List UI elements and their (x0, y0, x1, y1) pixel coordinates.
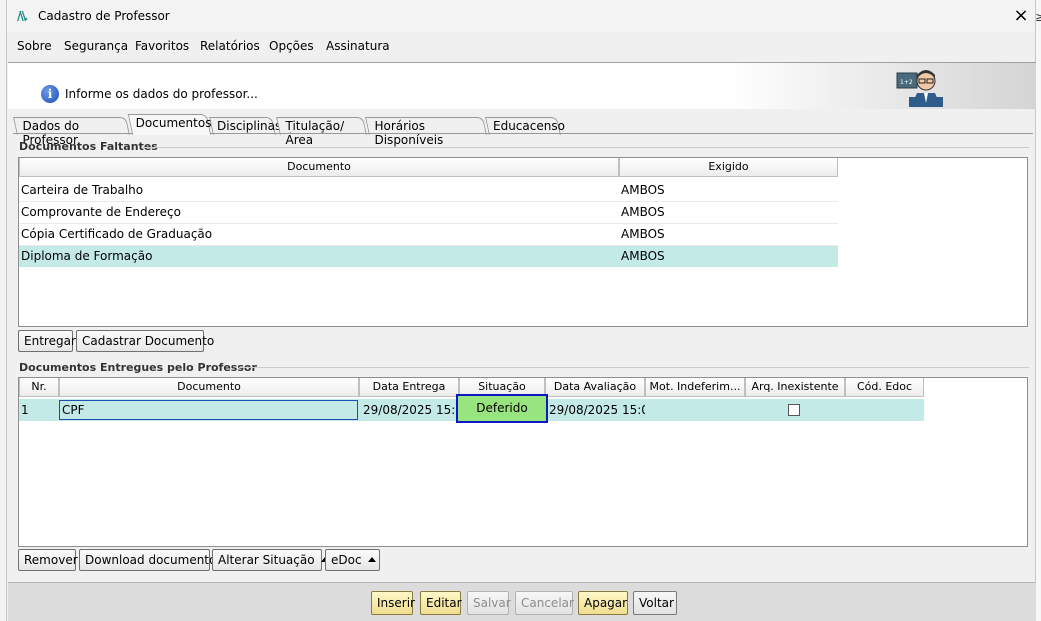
menu-favoritos[interactable]: Favoritos (135, 39, 189, 53)
info-text: Informe os dados do professor... (65, 87, 258, 101)
menu-sobre[interactable]: Sobre (17, 39, 52, 53)
entregar-button[interactable]: Entregar (18, 330, 76, 352)
voltar-button[interactable]: Voltar (633, 591, 677, 615)
column-header-data-entrega[interactable]: Data Entrega (359, 378, 459, 397)
cancelar-button[interactable]: Cancelar (515, 591, 574, 615)
editar-button[interactable]: Editar (420, 591, 462, 615)
alterar-situacao-button[interactable]: Alterar Situação (212, 549, 329, 571)
cell-documento: Comprovante de Endereço (21, 205, 181, 219)
column-header-cod-edoc[interactable]: Cód. Edoc (845, 378, 924, 397)
download-documento-button[interactable]: Download documento (79, 549, 216, 571)
salvar-button[interactable]: Salvar (467, 591, 511, 615)
delivered-docs-label: Documentos Entregues pelo Professor (19, 361, 257, 374)
menu-opcoes[interactable]: Opções (269, 39, 314, 53)
row-divider (19, 245, 838, 246)
info-header: i Informe os dados do professor... 1+2 (8, 62, 1036, 109)
menu-bar: Sobre Segurança Favoritos Relatórios Opç… (7, 36, 1035, 58)
alterar-situacao-label: Alterar Situação (218, 553, 315, 567)
apagar-button[interactable]: Apagar (578, 591, 628, 615)
close-icon[interactable]: × (1013, 5, 1029, 26)
delivered-docs-table[interactable]: Nr. Documento Data Entrega Situação Data… (18, 377, 1028, 547)
cadastrar-documento-button[interactable]: Cadastrar Documento (76, 330, 214, 352)
cell-documento: Carteira de Trabalho (21, 183, 144, 197)
svg-text:1+2: 1+2 (900, 79, 913, 86)
cell-data-avaliacao: 29/08/2025 15:02 (549, 403, 645, 417)
column-header-documento[interactable]: Documento (59, 378, 359, 397)
app-logo-icon: /\\. (17, 9, 28, 23)
cell-documento: Cópia Certificado de Graduação (21, 227, 213, 241)
footer-bar: Inserir Editar Salvar Cancelar Apagar Vo… (8, 582, 1036, 621)
cell-exigido: AMBOS (621, 227, 665, 241)
cell-nr: 1 (21, 403, 29, 417)
tab-documentos[interactable]: Documentos (127, 114, 211, 135)
edoc-label: eDoc (331, 553, 362, 567)
cell-exigido: AMBOS (621, 183, 665, 197)
missing-docs-separator (143, 147, 1029, 148)
row-divider (19, 201, 838, 202)
cell-documento-input[interactable]: CPF (59, 400, 358, 420)
cell-data-entrega: 29/08/2025 15:02 (363, 403, 459, 417)
missing-docs-table[interactable]: Documento Exigido Carteira de Trabalho A… (18, 157, 1028, 327)
tab-strip: Dados do Professor Documentos Disciplina… (7, 114, 1035, 147)
cell-documento: Diploma de Formação (21, 249, 153, 263)
edoc-button[interactable]: eDoc (325, 549, 380, 571)
table-row-selected[interactable]: Diploma de Formação AMBOS (19, 245, 838, 267)
column-header-data-avaliacao[interactable]: Data Avaliação (545, 378, 645, 397)
cadastro-professor-window: /\\. Cadastro de Professor × Sobre Segur… (6, 0, 1036, 621)
delivered-docs-separator (239, 367, 1029, 368)
cell-exigido: AMBOS (621, 249, 665, 263)
menu-seguranca[interactable]: Segurança (64, 39, 128, 53)
column-header-exigido[interactable]: Exigido (619, 158, 838, 177)
teacher-icon: 1+2 (896, 70, 943, 107)
column-header-nr[interactable]: Nr. (19, 378, 59, 397)
situacao-deferido-cell[interactable]: Deferido (456, 394, 548, 423)
arrow-up-icon (367, 557, 376, 562)
row-divider (19, 223, 838, 224)
column-header-documento[interactable]: Documento (19, 158, 619, 177)
column-header-arq-inexistente[interactable]: Arq. Inexistente (745, 378, 845, 397)
arq-inexistente-checkbox[interactable] (788, 404, 800, 416)
menu-assinatura[interactable]: Assinatura (326, 39, 390, 53)
column-header-motivo[interactable]: Mot. Indeferim... (645, 378, 745, 397)
title-bar: /\\. Cadastro de Professor × (7, 0, 1035, 32)
remover-button[interactable]: Remover (18, 549, 78, 571)
inserir-button[interactable]: Inserir (371, 591, 415, 615)
menu-relatorios[interactable]: Relatórios (200, 39, 260, 53)
missing-docs-label: Documentos Faltantes (19, 140, 158, 153)
info-icon: i (41, 85, 59, 103)
cell-exigido: AMBOS (621, 205, 665, 219)
window-title: Cadastro de Professor (38, 9, 170, 23)
